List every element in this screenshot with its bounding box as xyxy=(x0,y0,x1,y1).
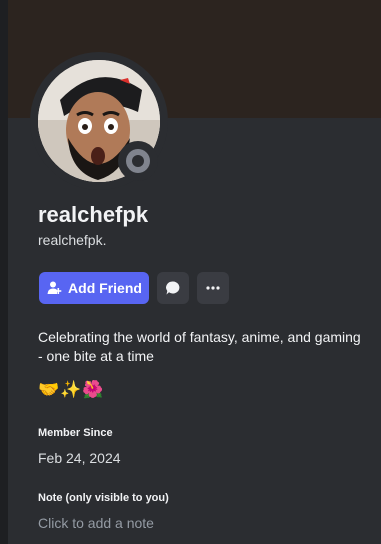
username[interactable]: realchefpk. xyxy=(38,232,106,248)
more-options-button[interactable] xyxy=(197,272,229,304)
note-input[interactable]: Click to add a note xyxy=(38,515,358,537)
note-label: Note (only visible to you) xyxy=(38,492,169,504)
add-friend-icon xyxy=(47,281,62,294)
message-button[interactable] xyxy=(157,272,189,304)
display-name: realchefpk xyxy=(38,202,149,227)
add-friend-label: Add Friend xyxy=(68,280,142,296)
sidebar-edge xyxy=(0,0,8,544)
member-since-label: Member Since xyxy=(38,427,113,439)
status-offline-icon xyxy=(126,149,150,173)
member-since-value: Feb 24, 2024 xyxy=(38,450,121,466)
chat-bubble-icon xyxy=(166,281,180,295)
more-options-icon xyxy=(206,286,220,290)
bio: Celebrating the world of fantasy, anime,… xyxy=(38,329,361,364)
add-friend-button[interactable]: Add Friend xyxy=(39,272,149,304)
bio-emojis: 🤝✨🌺 xyxy=(38,380,105,399)
profile-card: realchefpk realchefpk. Add Friend Celebr… xyxy=(8,0,381,544)
